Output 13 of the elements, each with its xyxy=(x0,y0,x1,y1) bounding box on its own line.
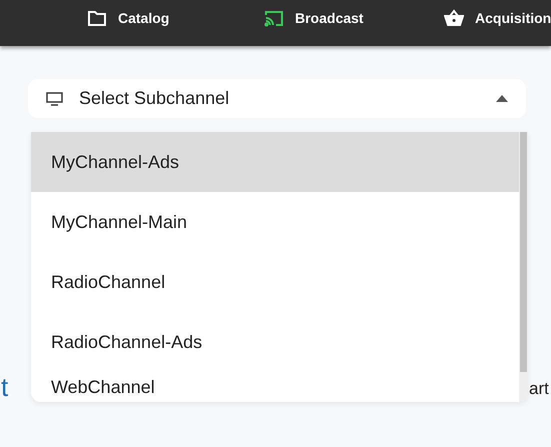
folder-icon xyxy=(87,9,107,27)
subchannel-select[interactable]: Select Subchannel xyxy=(28,79,526,118)
nav-link[interactable]: Catalog xyxy=(87,0,170,36)
dropdown-option[interactable]: WebChannel xyxy=(31,372,519,402)
nav-link[interactable]: Acquisition xyxy=(444,0,551,36)
monitor-icon xyxy=(46,92,63,106)
dropdown-option[interactable]: MyChannel-Ads xyxy=(31,132,519,192)
heading-text: art xyxy=(529,378,549,400)
basket-icon xyxy=(444,9,464,27)
scrollbar-thumb[interactable] xyxy=(520,132,527,372)
cast-icon xyxy=(264,9,284,27)
nav-link[interactable]: Broadcast xyxy=(264,0,364,36)
heading-text: t xyxy=(1,371,8,404)
